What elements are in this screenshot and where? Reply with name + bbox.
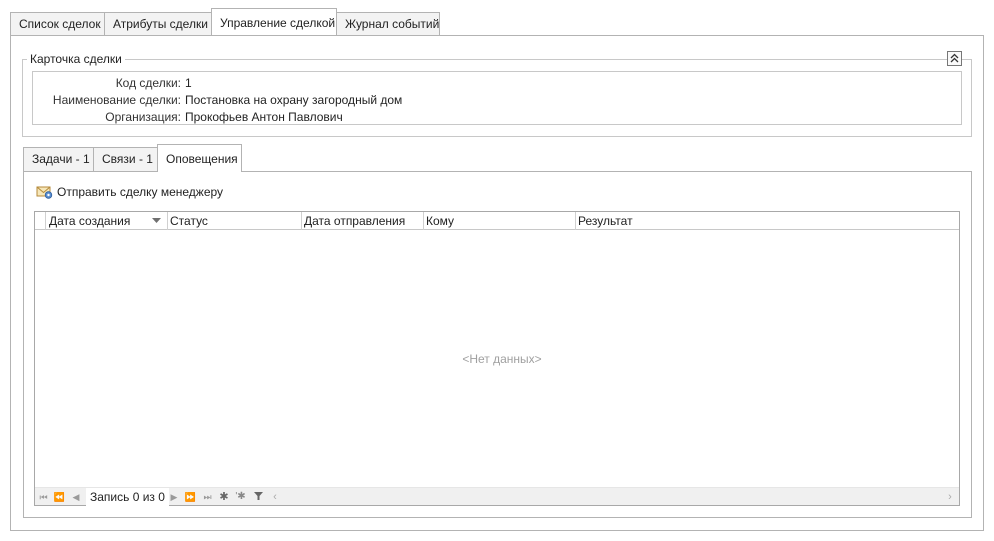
record-counter: Запись 0 из 0 [86, 488, 169, 506]
filter-icon[interactable] [252, 488, 264, 506]
field-label-deal-code: Код сделки: [115, 76, 181, 90]
next-record-icon[interactable]: ▶ [168, 488, 180, 506]
next-page-icon[interactable]: ⏩ [184, 488, 197, 506]
deal-card-fields: Код сделки: 1 Наименование сделки: Поста… [32, 71, 962, 125]
field-value-deal-code: 1 [185, 76, 192, 90]
grid-empty-text: <Нет данных> [462, 352, 542, 366]
last-record-icon[interactable]: ⏭ [201, 488, 214, 506]
tab-deal-management[interactable]: Управление сделкой [211, 8, 337, 35]
column-status[interactable]: Статус [167, 212, 301, 230]
previous-record-icon[interactable]: ◀ [70, 488, 82, 506]
column-created-date[interactable]: Дата создания [46, 212, 167, 230]
column-recipient[interactable]: Кому [423, 212, 575, 230]
column-sent-date[interactable]: Дата отправления [301, 212, 423, 230]
scroll-right-icon[interactable]: › [945, 488, 955, 506]
notifications-grid: Дата создания Статус Дата отправления Ко… [34, 211, 960, 506]
field-label-deal-name: Наименование сделки: [52, 93, 181, 107]
first-record-icon[interactable]: ⏮ [37, 488, 50, 506]
deal-card-title: Карточка сделки [27, 52, 125, 66]
grid-header: Дата создания Статус Дата отправления Ко… [35, 212, 959, 230]
previous-page-icon[interactable]: ⏪ [53, 488, 66, 506]
tab-notifications[interactable]: Оповещения [157, 144, 242, 172]
tab-deal-list[interactable]: Список сделок [10, 12, 105, 36]
envelope-user-icon [36, 186, 53, 199]
row-indicator-header [35, 212, 46, 230]
field-value-organization: Прокофьев Антон Павлович [185, 110, 343, 124]
collapse-button[interactable] [947, 51, 962, 66]
sort-descending-icon [152, 218, 161, 223]
funnel-icon [253, 492, 263, 500]
deal-card-group-top-line [22, 59, 972, 60]
tab-links[interactable]: Связи - 1 [93, 147, 158, 171]
double-chevron-up-icon [950, 53, 959, 63]
tab-event-log[interactable]: Журнал событий [336, 12, 440, 36]
grid-navigator: ⏮ ⏪ ◀ Запись 0 из 0 ▶ ⏩ ⏭ ✱ '✱ ‹ › [35, 487, 959, 506]
scroll-left-icon[interactable]: ‹ [270, 488, 280, 506]
field-value-deal-name: Постановка на охрану загородный дом [185, 93, 403, 107]
send-to-manager-label: Отправить сделку менеджеру [57, 185, 224, 199]
tab-tasks[interactable]: Задачи - 1 [23, 147, 94, 171]
tab-deal-attributes[interactable]: Атрибуты сделки [104, 12, 212, 36]
field-label-organization: Организация: [105, 110, 181, 124]
column-created-date-label: Дата создания [49, 214, 131, 228]
column-result[interactable]: Результат [575, 212, 959, 230]
append-record-icon[interactable]: ✱ [218, 488, 230, 506]
cancel-edit-icon[interactable]: '✱ [234, 488, 247, 506]
